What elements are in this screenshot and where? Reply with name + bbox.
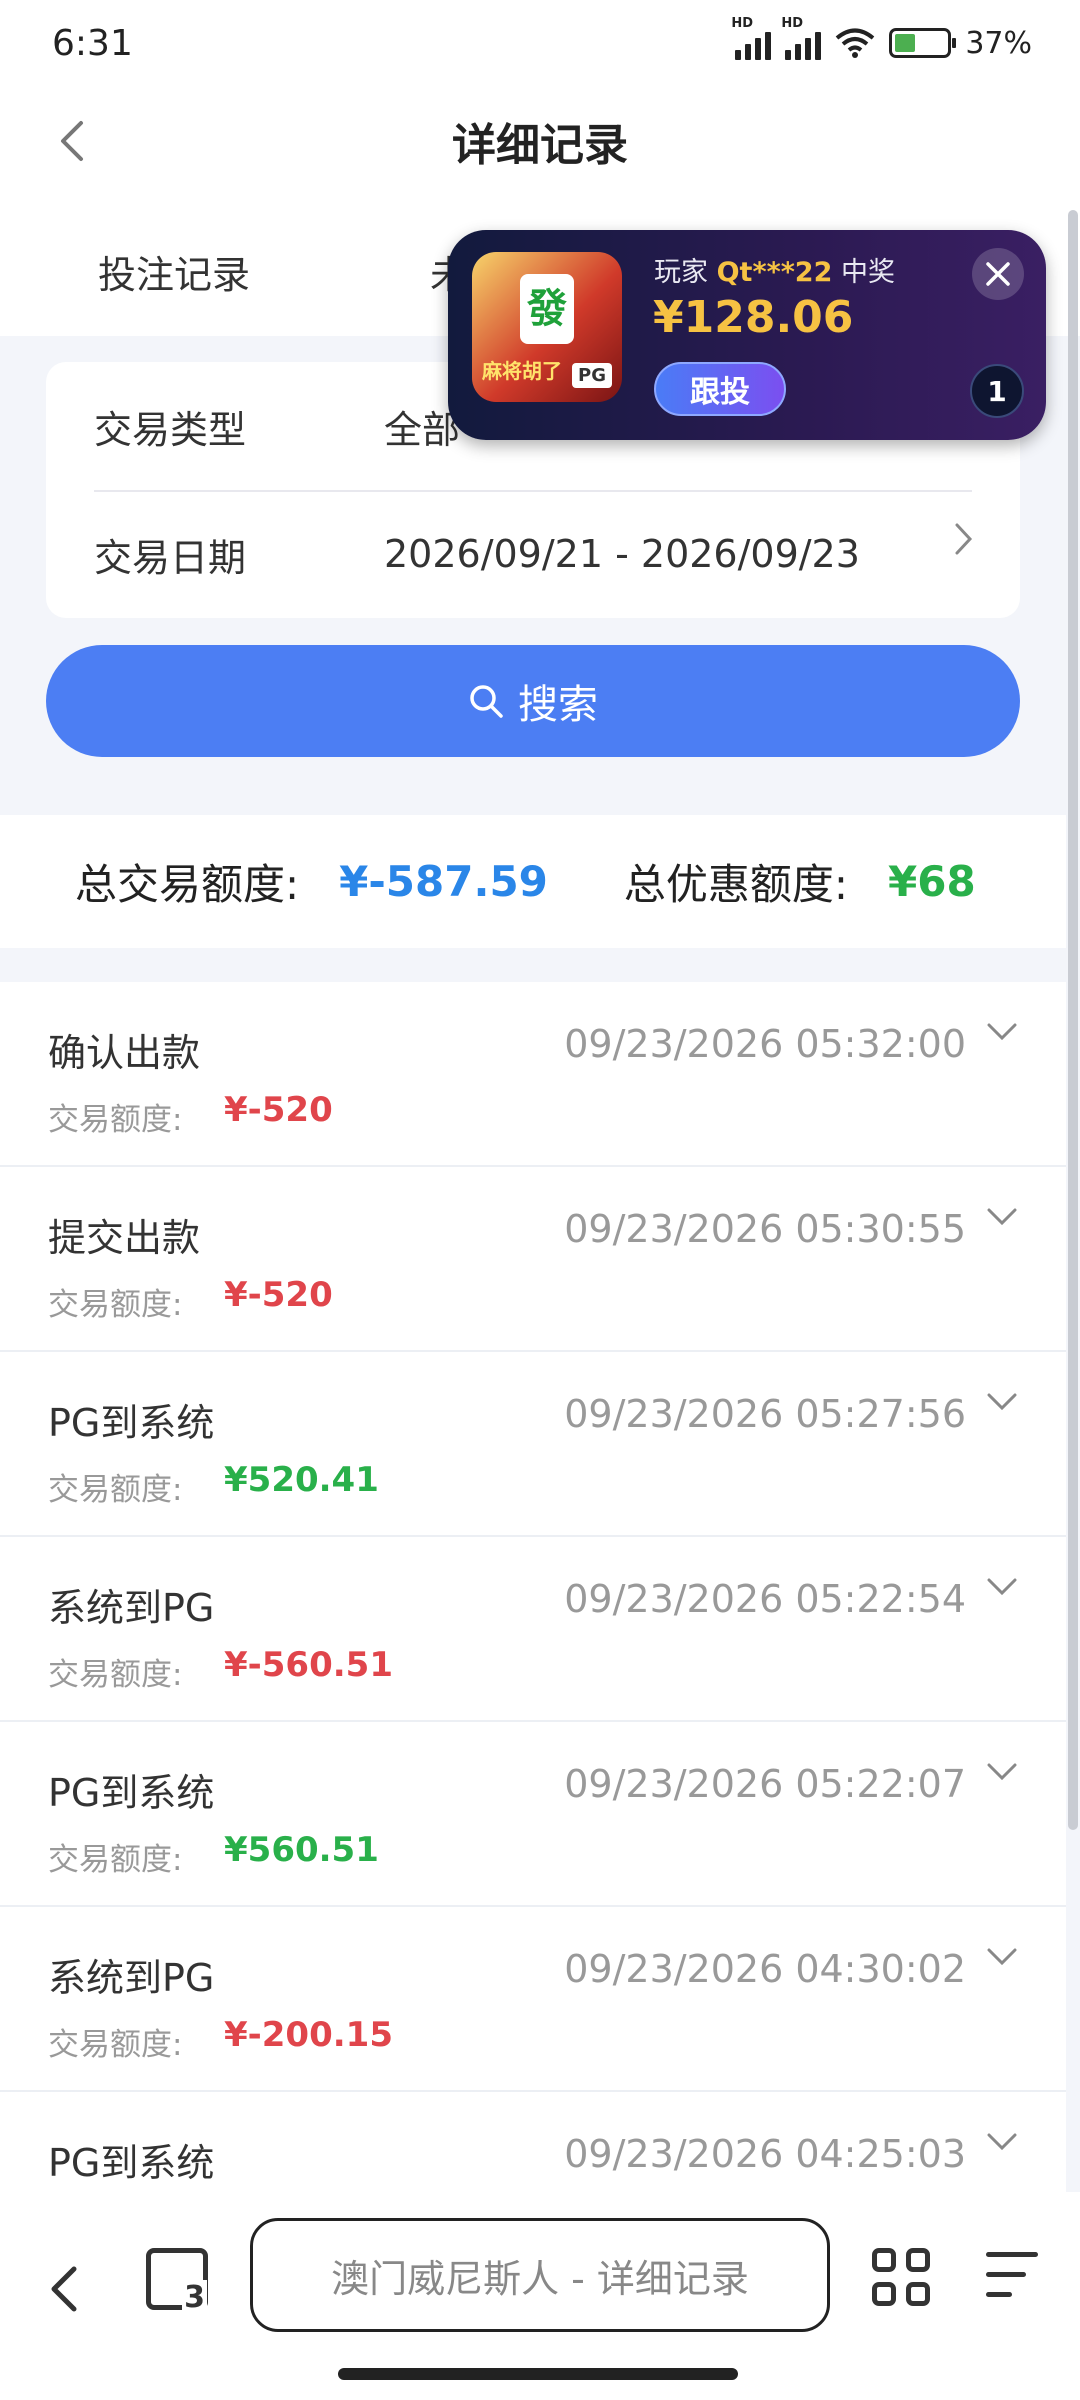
total-amount-label: 总交易额度:: [75, 860, 300, 909]
app-header: 详细记录: [0, 86, 1080, 196]
chevron-left-icon: [61, 121, 83, 161]
status-bar: 6:31 HD HD 37%: [0, 0, 1080, 86]
popup-close-button[interactable]: [972, 248, 1024, 300]
record-time: 09/23/2026 04:25:03: [564, 2132, 966, 2176]
record-title: 提交出款: [48, 1216, 201, 1260]
record-amount: ¥-520: [224, 1090, 333, 1130]
chevron-right-icon: [955, 523, 973, 555]
chevron-down-icon[interactable]: [986, 1392, 1018, 1412]
record-amount-label: 交易额度:: [48, 1287, 183, 1323]
record-time: 09/23/2026 05:22:54: [564, 1577, 966, 1621]
popup-player-suffix: 中奖: [840, 257, 895, 288]
chevron-down-icon[interactable]: [986, 1577, 1018, 1597]
tab-count: 3: [182, 2280, 207, 2315]
home-indicator[interactable]: [338, 2368, 738, 2380]
win-notification-popup[interactable]: 發 麻将胡了 PG 玩家 Qt***22 中奖 ¥128.06 跟投 1: [448, 230, 1046, 440]
battery-level: 37%: [965, 25, 1032, 61]
record-time: 09/23/2026 04:30:02: [564, 1947, 966, 1991]
filter-date-label: 交易日期: [94, 535, 247, 580]
status-time: 6:31: [52, 22, 133, 64]
popup-win-amount: ¥128.06: [653, 292, 854, 343]
signal-icon: HD: [731, 16, 772, 60]
record-row[interactable]: PG到系统 09/23/2026 05:27:56 交易额度: ¥520.41: [0, 1352, 1066, 1537]
chevron-down-icon[interactable]: [986, 1762, 1018, 1782]
record-amount: ¥-200.15: [224, 2015, 393, 2055]
record-row[interactable]: 系统到PG 09/23/2026 04:30:02 交易额度: ¥-200.15: [0, 1907, 1066, 2092]
game-thumbnail[interactable]: 發 麻将胡了 PG: [472, 252, 622, 402]
record-amount-label: 交易额度:: [48, 1657, 183, 1693]
record-title: 系统到PG: [48, 1586, 215, 1630]
mahjong-tile-icon: 發: [520, 274, 574, 344]
browser-bottom-bar: 3 澳门威尼斯人 - 详细记录: [0, 2192, 1080, 2400]
record-row[interactable]: 确认出款 09/23/2026 05:32:00 交易额度: ¥-520: [0, 982, 1066, 1167]
record-row[interactable]: PG到系统 09/23/2026 05:22:07 交易额度: ¥560.51: [0, 1722, 1066, 1907]
record-amount: ¥560.51: [224, 1830, 379, 1870]
back-button[interactable]: [50, 116, 94, 166]
menu-icon[interactable]: [986, 2252, 1038, 2312]
address-bar[interactable]: 澳门威尼斯人 - 详细记录: [250, 2218, 830, 2332]
record-title: PG到系统: [48, 1771, 215, 1815]
search-button[interactable]: 搜索: [46, 645, 1020, 757]
signal-icon: HD: [781, 16, 822, 60]
filter-date-value: 2026/09/21 - 2026/09/23: [384, 532, 860, 576]
filter-type-label: 交易类型: [94, 407, 247, 452]
close-icon: [986, 262, 1010, 286]
record-amount: ¥-560.51: [224, 1645, 393, 1685]
records-list: 确认出款 09/23/2026 05:32:00 交易额度: ¥-520 提交出…: [0, 982, 1066, 2192]
popup-player-name: Qt***22: [716, 257, 833, 288]
apps-grid-icon[interactable]: [872, 2248, 932, 2308]
scrollbar[interactable]: [1066, 210, 1080, 1830]
chevron-down-icon[interactable]: [986, 2132, 1018, 2152]
search-button-label: 搜索: [518, 682, 598, 728]
game-logo-text: 麻将胡了: [482, 359, 562, 383]
record-time: 09/23/2026 05:30:55: [564, 1207, 966, 1251]
record-row[interactable]: 提交出款 09/23/2026 05:30:55 交易额度: ¥-520: [0, 1167, 1066, 1352]
record-time: 09/23/2026 05:22:07: [564, 1762, 966, 1806]
chevron-down-icon[interactable]: [986, 1207, 1018, 1227]
record-amount: ¥-520: [224, 1275, 333, 1315]
record-title: 系统到PG: [48, 1956, 215, 2000]
record-amount: ¥520.41: [224, 1460, 379, 1500]
popup-player-line: 玩家 Qt***22 中奖: [654, 250, 895, 289]
summary-bar: 总交易额度: ¥-587.59 总优惠额度: ¥68: [0, 815, 1066, 948]
total-discount-value: ¥68: [888, 857, 976, 906]
record-title: PG到系统: [48, 1401, 215, 1445]
popup-count-badge: 1: [970, 364, 1024, 418]
battery-icon: [889, 28, 957, 58]
browser-back-icon[interactable]: [48, 2264, 80, 2314]
chevron-down-icon[interactable]: [986, 1022, 1018, 1042]
status-icons: HD HD 37%: [731, 16, 1032, 61]
record-row[interactable]: PG到系统 09/23/2026 04:25:03: [0, 2092, 1066, 2192]
record-amount-label: 交易额度:: [48, 2027, 183, 2063]
record-title: PG到系统: [48, 2141, 215, 2185]
search-icon: [470, 685, 503, 718]
pg-badge: PG: [572, 363, 612, 388]
record-row[interactable]: 系统到PG 09/23/2026 05:22:54 交易额度: ¥-560.51: [0, 1537, 1066, 1722]
page-title: 详细记录: [452, 120, 628, 171]
tab-bet-records[interactable]: 投注记录: [98, 244, 250, 299]
chevron-down-icon[interactable]: [986, 1947, 1018, 1967]
record-amount-label: 交易额度:: [48, 1472, 183, 1508]
record-amount-label: 交易额度:: [48, 1102, 183, 1138]
record-time: 09/23/2026 05:32:00: [564, 1022, 966, 1066]
total-amount-value: ¥-587.59: [339, 857, 548, 906]
follow-bet-button[interactable]: 跟投: [654, 362, 786, 416]
filter-date-row[interactable]: 交易日期 2026/09/21 - 2026/09/23: [94, 490, 972, 618]
scrollbar-thumb[interactable]: [1068, 210, 1078, 1830]
record-amount-label: 交易额度:: [48, 1842, 183, 1878]
record-time: 09/23/2026 05:27:56: [564, 1392, 966, 1436]
total-discount-label: 总优惠额度:: [623, 860, 849, 909]
wifi-icon: [836, 28, 875, 58]
record-title: 确认出款: [48, 1031, 201, 1075]
popup-player-prefix: 玩家: [654, 257, 708, 288]
browser-tabs-button[interactable]: 3: [146, 2248, 208, 2315]
